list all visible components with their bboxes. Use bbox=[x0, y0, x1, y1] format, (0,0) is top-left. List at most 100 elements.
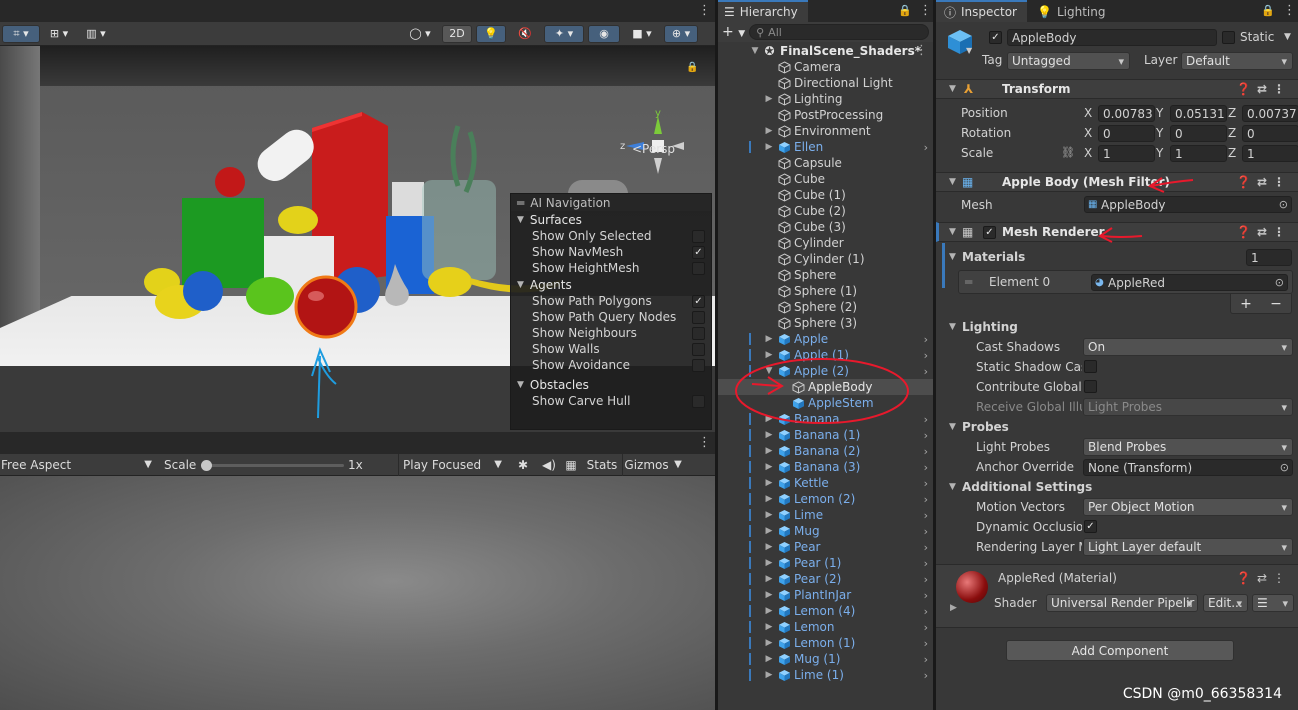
hierarchy-item[interactable]: ▶ Lemon (2) › bbox=[718, 491, 933, 507]
ai-nav-option-checkbox[interactable] bbox=[692, 358, 705, 372]
foldout-icon[interactable]: ▶ bbox=[950, 603, 957, 613]
chevron-down-icon[interactable]: ▼ bbox=[966, 46, 972, 55]
expand-arrow-icon[interactable]: ▶ bbox=[764, 654, 774, 664]
expand-arrow-icon[interactable]: ▶ bbox=[764, 126, 774, 136]
chevron-right-icon[interactable]: › bbox=[924, 349, 928, 362]
chevron-right-icon[interactable]: › bbox=[924, 413, 928, 426]
expand-arrow-icon[interactable]: ▶ bbox=[764, 462, 774, 472]
chevron-right-icon[interactable]: › bbox=[924, 653, 928, 666]
chevron-right-icon[interactable]: › bbox=[924, 589, 928, 602]
mesh-renderer-header[interactable]: ▼ ▦ ✓ Mesh Renderer ❓⇄⋮ bbox=[936, 222, 1298, 242]
axis-label-y[interactable]: Y bbox=[1156, 126, 1163, 140]
expand-arrow-icon[interactable]: ▶ bbox=[764, 542, 774, 552]
hierarchy-item[interactable]: Cylinder bbox=[718, 235, 933, 251]
chevron-right-icon[interactable]: › bbox=[924, 509, 928, 522]
tag-dropdown[interactable]: Untagged bbox=[1007, 52, 1130, 70]
cast-shadows-dropdown[interactable]: On bbox=[1083, 338, 1293, 356]
scene-root-row[interactable]: ▼ ✪ FinalScene_Shaders* ⋮ bbox=[718, 42, 933, 59]
hierarchy-item[interactable]: Sphere (2) bbox=[718, 299, 933, 315]
ai-nav-option-checkbox[interactable] bbox=[692, 310, 705, 324]
material-element-field[interactable]: ◕ AppleRed ⊙ bbox=[1091, 274, 1288, 291]
hierarchy-item[interactable]: ▶ Ellen › bbox=[718, 139, 933, 155]
expand-arrow-icon[interactable]: ▶ bbox=[764, 414, 774, 424]
ai-nav-option[interactable]: Show NavMesh ✓ bbox=[511, 244, 711, 260]
drag-handle-icon[interactable]: ═ bbox=[517, 196, 524, 210]
axis-label-y[interactable]: Y bbox=[1156, 146, 1163, 160]
axis-label-z[interactable]: Z bbox=[1228, 146, 1236, 160]
ai-nav-option[interactable]: Show Neighbours bbox=[511, 325, 711, 341]
expand-arrow-icon[interactable]: ▼ bbox=[750, 46, 760, 56]
chevron-down-icon[interactable]: ▼ bbox=[670, 454, 686, 476]
chevron-right-icon[interactable]: › bbox=[924, 141, 928, 154]
axis-label-z[interactable]: Z bbox=[1228, 106, 1236, 120]
ai-navigation-title[interactable]: ═ AI Navigation bbox=[511, 194, 711, 211]
chevron-right-icon[interactable]: › bbox=[924, 541, 928, 554]
axis-label-y[interactable]: Y bbox=[1156, 106, 1163, 120]
gizmos-button[interactable]: Gizmos bbox=[622, 453, 670, 476]
transform-rotation-x-input[interactable]: 0 bbox=[1098, 125, 1155, 142]
hierarchy-item[interactable]: Directional Light bbox=[718, 75, 933, 91]
visibility-toggle-icon[interactable]: ◉ bbox=[588, 24, 620, 43]
expand-arrow-icon[interactable]: ▶ bbox=[764, 478, 774, 488]
scene-menu-icon[interactable]: ⋮ bbox=[698, 4, 711, 17]
chevron-right-icon[interactable]: › bbox=[924, 493, 928, 506]
component-actions-icon[interactable]: ❓⇄⋮ bbox=[1236, 571, 1291, 585]
rendering-layer-dropdown[interactable]: Light Layer default bbox=[1083, 538, 1293, 556]
mesh-renderer-enabled-checkbox[interactable]: ✓ bbox=[983, 226, 996, 239]
hierarchy-item[interactable]: ▶ Lemon › bbox=[718, 619, 933, 635]
motion-vectors-dropdown[interactable]: Per Object Motion bbox=[1083, 498, 1293, 516]
transform-rotation-y-input[interactable]: 0 bbox=[1170, 125, 1227, 142]
stats-button[interactable]: Stats bbox=[582, 454, 622, 476]
tab-inspector[interactable]: ⓘ Inspector bbox=[936, 0, 1027, 22]
static-shadow-caster-checkbox[interactable] bbox=[1084, 360, 1097, 373]
axis-label-x[interactable]: X bbox=[1084, 126, 1092, 140]
projection-label[interactable]: <Persp bbox=[632, 142, 675, 156]
keyboard-icon[interactable]: ▦ bbox=[560, 454, 582, 476]
ai-nav-option-checkbox[interactable]: ✓ bbox=[692, 245, 705, 259]
hierarchy-item[interactable]: ▶ Kettle › bbox=[718, 475, 933, 491]
tab-hierarchy[interactable]: ☰ Hierarchy bbox=[718, 0, 808, 22]
hierarchy-item[interactable]: Camera bbox=[718, 59, 933, 75]
inspector-menu-icon[interactable]: ⋮ bbox=[1283, 4, 1296, 17]
expand-arrow-icon[interactable]: ▶ bbox=[764, 430, 774, 440]
play-mode-dropdown[interactable]: Play Focused ▼ bbox=[398, 453, 508, 476]
tab-lighting[interactable]: 💡 Lighting bbox=[1027, 0, 1116, 22]
foldout-icon[interactable]: ▼ bbox=[949, 482, 956, 492]
ai-nav-option-checkbox[interactable] bbox=[692, 394, 705, 408]
hierarchy-item[interactable]: Cube (2) bbox=[718, 203, 933, 219]
expand-arrow-icon[interactable]: ▶ bbox=[764, 494, 774, 504]
expand-arrow-icon[interactable]: ▶ bbox=[764, 606, 774, 616]
shader-menu-icon[interactable]: ☰ bbox=[1252, 594, 1294, 612]
ai-nav-option-checkbox[interactable]: ✓ bbox=[692, 294, 705, 308]
effects-toggle-icon[interactable]: ✦ ▾ bbox=[544, 24, 584, 43]
scale-slider-thumb[interactable] bbox=[200, 459, 212, 471]
hierarchy-item[interactable]: Cube (3) bbox=[718, 219, 933, 235]
aspect-dropdown[interactable]: Free Aspect ▼ bbox=[0, 454, 158, 476]
hierarchy-item[interactable]: ▶ Banana (2) › bbox=[718, 443, 933, 459]
hierarchy-item[interactable]: ▶ Lime › bbox=[718, 507, 933, 523]
foldout-icon[interactable]: ▼ bbox=[949, 422, 956, 432]
grid-snap-icon[interactable]: ⊞ ▾ bbox=[44, 24, 74, 43]
hierarchy-item[interactable]: ▶ Banana (3) › bbox=[718, 459, 933, 475]
expand-arrow-icon[interactable]: ▶ bbox=[764, 622, 774, 632]
anchor-override-field[interactable]: None (Transform) ⊙ bbox=[1083, 459, 1293, 476]
axis-label-x[interactable]: X bbox=[1084, 146, 1092, 160]
chevron-right-icon[interactable]: › bbox=[924, 333, 928, 346]
expand-arrow-icon[interactable]: ▶ bbox=[764, 590, 774, 600]
object-picker-icon[interactable]: ⊙ bbox=[1275, 276, 1284, 289]
light-probes-dropdown[interactable]: Blend Probes bbox=[1083, 438, 1293, 456]
hierarchy-item[interactable]: ▶ Apple (1) › bbox=[718, 347, 933, 363]
ai-nav-option[interactable]: Show Avoidance bbox=[511, 357, 711, 373]
hierarchy-item[interactable]: ▶ Environment bbox=[718, 123, 933, 139]
scale-slider[interactable] bbox=[198, 454, 348, 476]
expand-arrow-icon[interactable]: ▶ bbox=[764, 526, 774, 536]
hierarchy-item[interactable]: AppleBody bbox=[718, 379, 933, 395]
lock-icon[interactable]: 🔒 bbox=[1261, 4, 1275, 17]
expand-arrow-icon[interactable]: ▶ bbox=[764, 574, 774, 584]
expand-arrow-icon[interactable]: ▶ bbox=[764, 670, 774, 680]
bug-icon[interactable]: ✱ bbox=[508, 454, 538, 476]
ai-nav-option[interactable]: Show Path Query Nodes bbox=[511, 309, 711, 325]
hierarchy-item[interactable]: ▶ PlantInJar › bbox=[718, 587, 933, 603]
chevron-right-icon[interactable]: › bbox=[924, 477, 928, 490]
chevron-right-icon[interactable]: › bbox=[924, 573, 928, 586]
